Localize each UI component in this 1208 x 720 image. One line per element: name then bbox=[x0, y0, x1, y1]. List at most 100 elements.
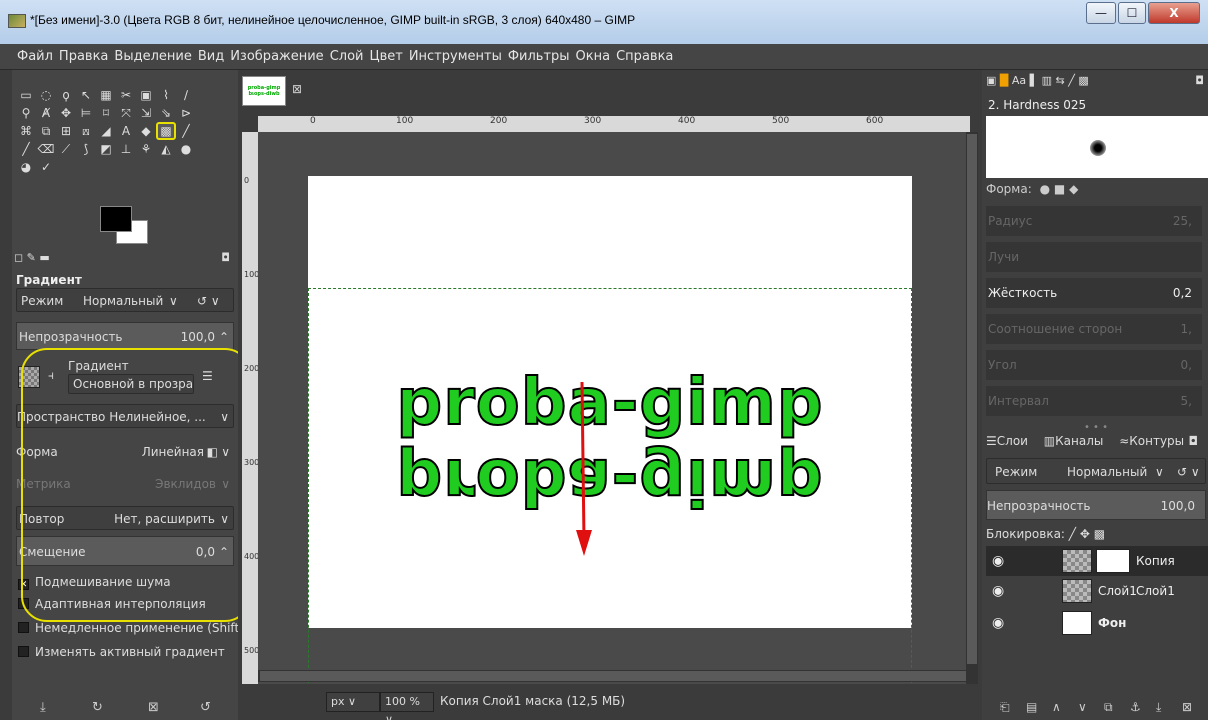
color-picker-icon[interactable]: ✓ bbox=[36, 158, 56, 176]
brush-preview[interactable] bbox=[986, 116, 1208, 178]
pencil-icon[interactable]: ╱ bbox=[176, 122, 196, 140]
eraser-icon[interactable]: ⌫ bbox=[36, 140, 56, 158]
layer-mode-row[interactable]: Режим Нормальный ∨ ↺ ∨ bbox=[986, 458, 1206, 484]
gradient-preview[interactable] bbox=[18, 366, 40, 388]
foreground-color-swatch[interactable] bbox=[100, 206, 132, 232]
heal-icon[interactable]: ⊥ bbox=[116, 140, 136, 158]
spikes-slider[interactable]: Лучи bbox=[986, 242, 1202, 272]
free-select-icon[interactable]: ϙ bbox=[56, 86, 76, 104]
circle-shape-icon[interactable]: ● bbox=[1040, 182, 1050, 196]
delete-layer-icon[interactable]: ⊠ bbox=[1182, 700, 1192, 714]
layer-name[interactable]: Слой1 bbox=[1098, 576, 1137, 606]
spin-icon[interactable]: ⌃ bbox=[219, 323, 229, 351]
layer-mode-value[interactable]: Нормальный bbox=[1067, 459, 1147, 485]
metric-value[interactable]: Эвклидов bbox=[155, 472, 216, 496]
zoom-icon[interactable]: ⚲ bbox=[16, 104, 36, 122]
layer-opacity-slider[interactable]: Непрозрачность 100,0 bbox=[986, 490, 1206, 520]
paintbrush-icon[interactable]: ╱ bbox=[16, 140, 36, 158]
modify-gradient-checkbox[interactable]: Изменять активный градиент bbox=[18, 642, 225, 662]
lower-layer-icon[interactable]: ∨ bbox=[1078, 700, 1087, 714]
smudge-icon[interactable]: ◕ bbox=[16, 158, 36, 176]
undo-history-tab-icon[interactable]: ▬ bbox=[39, 251, 49, 264]
dock-separator[interactable]: • • • bbox=[986, 422, 1206, 433]
menu-color[interactable]: Цвет bbox=[366, 44, 405, 70]
menu-edit[interactable]: Правка bbox=[56, 44, 111, 70]
spacing-slider[interactable]: Интервал 5, bbox=[986, 386, 1202, 416]
checkbox-checked-icon[interactable]: ✕ bbox=[18, 579, 29, 590]
gradient-select[interactable]: Основной в прозрач bbox=[68, 374, 194, 394]
new-layer-icon[interactable]: ⎗ bbox=[1000, 700, 1010, 715]
horizontal-scrollbar[interactable] bbox=[258, 670, 968, 682]
layer-row[interactable]: ◉ Слой1 bbox=[986, 576, 1208, 606]
gradient-tab-icon[interactable]: ▩ bbox=[1078, 74, 1088, 87]
paths-icon[interactable]: ⌇ bbox=[156, 86, 176, 104]
dock-menu-icon[interactable]: ◘ bbox=[1195, 74, 1204, 87]
canvas-viewport[interactable]: proba-gimp proba-gimp bbox=[258, 132, 966, 688]
visibility-eye-icon[interactable]: ◉ bbox=[992, 608, 1004, 638]
maximize-button[interactable]: ☐ bbox=[1118, 2, 1146, 24]
raise-layer-icon[interactable]: ∧ bbox=[1052, 700, 1061, 714]
ellipse-select-icon[interactable]: ◌ bbox=[36, 86, 56, 104]
scissors-select-icon[interactable]: ↖ bbox=[76, 86, 96, 104]
menu-windows[interactable]: Окна bbox=[573, 44, 614, 70]
mask-thumbnail[interactable] bbox=[1096, 549, 1130, 573]
fg-bg-colors[interactable] bbox=[100, 206, 160, 246]
minimize-button[interactable]: — bbox=[1086, 2, 1116, 24]
tab-layers[interactable]: ☰Слои bbox=[986, 434, 1034, 448]
reverse-gradient-icon[interactable]: ⫞ bbox=[48, 366, 54, 384]
fonts-tab-icon[interactable]: Aa bbox=[1012, 74, 1026, 87]
pick-icon[interactable]: ∕ bbox=[176, 86, 196, 104]
flip-icon[interactable]: ◢ bbox=[96, 122, 116, 140]
unified-transform-icon[interactable]: ⤧ bbox=[116, 104, 136, 122]
clone-icon[interactable]: ⧉ bbox=[36, 122, 56, 140]
blur-icon[interactable]: ◭ bbox=[156, 140, 176, 158]
visibility-eye-icon[interactable]: ◉ bbox=[992, 576, 1004, 606]
tab-channels[interactable]: ▥Каналы bbox=[1044, 434, 1110, 448]
lock-pixels-icon[interactable]: ╱ bbox=[1069, 527, 1076, 541]
cut-icon[interactable]: ✂ bbox=[116, 86, 136, 104]
angle-slider[interactable]: Угол 0, bbox=[986, 350, 1202, 380]
new-group-icon[interactable]: ▤ bbox=[1026, 700, 1037, 714]
move-icon[interactable]: ✥ bbox=[56, 104, 76, 122]
brushes-tab-icon[interactable]: ▣ bbox=[986, 74, 996, 87]
perspective-icon[interactable]: ⊳ bbox=[176, 104, 196, 122]
lock-position-icon[interactable]: ✥ bbox=[1080, 527, 1090, 541]
shape-value[interactable]: Линейная bbox=[142, 440, 204, 464]
paint-dynamics-tab-icon[interactable]: ╱ bbox=[1068, 74, 1075, 87]
fuzzy-select-icon[interactable]: ▦ bbox=[96, 86, 116, 104]
tool-presets-tab-icon[interactable]: ⇆ bbox=[1056, 74, 1065, 87]
dock-menu-icon[interactable]: ◘ bbox=[1189, 434, 1199, 448]
text-icon[interactable]: A bbox=[116, 122, 136, 140]
perspective-clone-icon[interactable]: ⚘ bbox=[136, 140, 156, 158]
layer-row[interactable]: ◉ Копия Слой1 bbox=[986, 546, 1208, 598]
foreground-select-icon[interactable]: ▣ bbox=[136, 86, 156, 104]
space-select[interactable]: Пространство Нелинейное, ... ∨ bbox=[16, 404, 234, 428]
edit-gradient-icon[interactable]: ☰ bbox=[202, 366, 213, 386]
lock-alpha-icon[interactable]: ▩ bbox=[1094, 527, 1105, 541]
dock-menu-icon[interactable]: ◘ bbox=[221, 251, 230, 264]
crop-icon[interactable]: ⌑ bbox=[96, 104, 116, 122]
seamless-clone-icon[interactable]: ⊞ bbox=[56, 122, 76, 140]
cage-icon[interactable]: ⌘ bbox=[16, 122, 36, 140]
close-button[interactable]: X bbox=[1148, 2, 1200, 24]
menu-image[interactable]: Изображение bbox=[227, 44, 326, 70]
zoom-select[interactable]: 100 % ∨ bbox=[380, 692, 434, 720]
patterns-tab-icon[interactable]: █ bbox=[1000, 74, 1008, 87]
duplicate-layer-icon[interactable]: ⧉ bbox=[1104, 700, 1113, 715]
merge-layer-icon[interactable]: ⤓ bbox=[1156, 700, 1161, 715]
menu-select[interactable]: Выделение bbox=[111, 44, 194, 70]
airbrush-icon[interactable]: ⟋ bbox=[56, 140, 76, 158]
shear-icon[interactable]: ⟎ bbox=[76, 122, 96, 140]
anchor-layer-icon[interactable]: ⚓ bbox=[1130, 700, 1141, 714]
handle-transform-icon[interactable]: ⇘ bbox=[156, 104, 176, 122]
dither-checkbox[interactable]: ✕ Подмешивание шума bbox=[18, 572, 171, 592]
offset-slider[interactable]: Смещение 0,0 ⌃ bbox=[16, 536, 234, 566]
palettes-tab-icon[interactable]: ▥ bbox=[1042, 74, 1052, 87]
restore-options-icon[interactable]: ↻ bbox=[92, 700, 103, 715]
checkbox-icon[interactable] bbox=[18, 622, 29, 633]
menu-tools[interactable]: Инструменты bbox=[406, 44, 505, 70]
close-tab-icon[interactable]: ⊠ bbox=[292, 82, 302, 96]
layer-row[interactable]: ◉ Фон bbox=[986, 608, 1208, 638]
menu-help[interactable]: Справка bbox=[613, 44, 676, 70]
radius-slider[interactable]: Радиус 25, bbox=[986, 206, 1202, 236]
